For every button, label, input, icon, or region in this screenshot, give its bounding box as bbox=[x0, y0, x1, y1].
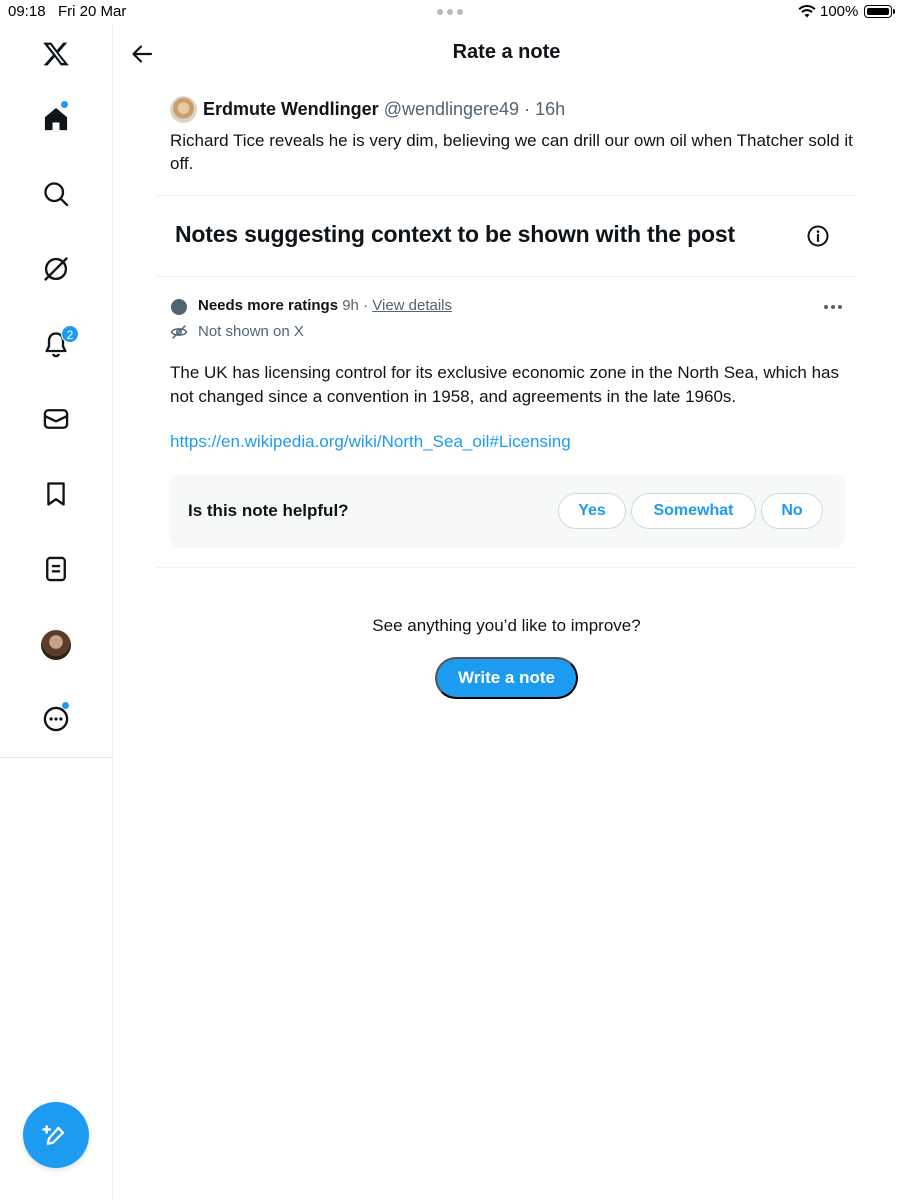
search-icon bbox=[44, 182, 69, 207]
home-icon bbox=[44, 108, 68, 131]
rating-yes-button[interactable]: Yes bbox=[558, 493, 626, 529]
more-unread-dot bbox=[62, 702, 69, 709]
status-time: 09:18 bbox=[8, 3, 46, 20]
notifications-badge: 2 bbox=[61, 325, 79, 343]
sidebar-divider bbox=[0, 757, 112, 758]
post-text: Richard Tice reveals he is very dim, bel… bbox=[170, 131, 853, 173]
post-author-name[interactable]: Erdmute Wendlinger bbox=[203, 99, 379, 119]
divider bbox=[155, 276, 858, 277]
sidebar: 2 bbox=[0, 24, 113, 1200]
divider bbox=[155, 195, 858, 196]
grok-icon bbox=[44, 257, 68, 281]
note-status-label: Needs more ratings bbox=[198, 297, 339, 314]
note-meta-separator: · bbox=[363, 297, 369, 314]
profile-avatar[interactable] bbox=[41, 630, 71, 660]
note-status-line: Needs more ratings 9h · View details bbox=[198, 297, 452, 314]
divider bbox=[155, 567, 858, 568]
note-more-options-icon[interactable] bbox=[820, 296, 846, 318]
battery-percentage: 100% bbox=[820, 3, 859, 20]
info-icon[interactable] bbox=[806, 224, 830, 248]
write-note-button[interactable]: Write a note bbox=[435, 657, 578, 699]
status-date: Fri 20 Mar bbox=[58, 3, 127, 20]
post-author-avatar[interactable] bbox=[170, 96, 197, 123]
status-bar: 09:18 Fri 20 Mar 100% bbox=[0, 0, 900, 24]
eye-slash-icon bbox=[170, 325, 188, 339]
sidebar-item-bookmarks[interactable] bbox=[36, 474, 76, 514]
helpfulness-rating-box: Is this note helpful? Yes Somewhat No bbox=[169, 474, 845, 548]
post-author-handle[interactable]: @wendlingere49 bbox=[384, 99, 519, 119]
list-document-icon bbox=[46, 556, 66, 582]
more-circle-icon bbox=[43, 706, 69, 732]
improve-prompt: See anything you’d like to improve? bbox=[372, 616, 641, 635]
compose-post-button[interactable] bbox=[23, 1102, 89, 1168]
sidebar-item-more[interactable] bbox=[36, 699, 76, 739]
note-age: 9h bbox=[342, 297, 359, 314]
page-title: Rate a note bbox=[452, 41, 561, 63]
note-visibility-status: Not shown on X bbox=[198, 323, 304, 340]
envelope-icon bbox=[43, 409, 69, 429]
rating-somewhat-button[interactable]: Somewhat bbox=[631, 493, 756, 529]
bookmark-icon bbox=[47, 482, 65, 506]
post-meta: Erdmute Wendlinger @wendlingere49 · 16h bbox=[203, 99, 565, 120]
x-logo-icon[interactable] bbox=[36, 34, 76, 74]
rating-question: Is this note helpful? bbox=[188, 501, 349, 520]
view-details-link[interactable]: View details bbox=[372, 297, 452, 314]
sidebar-item-explore[interactable] bbox=[36, 174, 76, 214]
note-status-dot bbox=[171, 299, 187, 315]
sidebar-item-lists[interactable] bbox=[36, 549, 76, 589]
sidebar-item-grok[interactable] bbox=[36, 249, 76, 289]
sidebar-item-home[interactable] bbox=[36, 99, 76, 139]
post-meta-separator: · bbox=[524, 99, 531, 119]
wifi-icon bbox=[798, 5, 816, 18]
note-source-link[interactable]: https://en.wikipedia.org/wiki/North_Sea_… bbox=[170, 432, 571, 452]
post-age: 16h bbox=[535, 99, 566, 119]
battery-icon bbox=[864, 5, 895, 18]
home-unread-dot bbox=[61, 101, 68, 108]
sidebar-item-notifications[interactable]: 2 bbox=[36, 324, 79, 364]
multitasking-dots-icon[interactable] bbox=[437, 9, 463, 15]
notes-section-title: Notes suggesting context to be shown wit… bbox=[175, 221, 735, 247]
note-text: The UK has licensing control for its exc… bbox=[170, 363, 839, 406]
compose-quill-icon bbox=[42, 1125, 65, 1145]
rating-no-button[interactable]: No bbox=[761, 493, 823, 529]
sidebar-item-messages[interactable] bbox=[36, 399, 76, 439]
